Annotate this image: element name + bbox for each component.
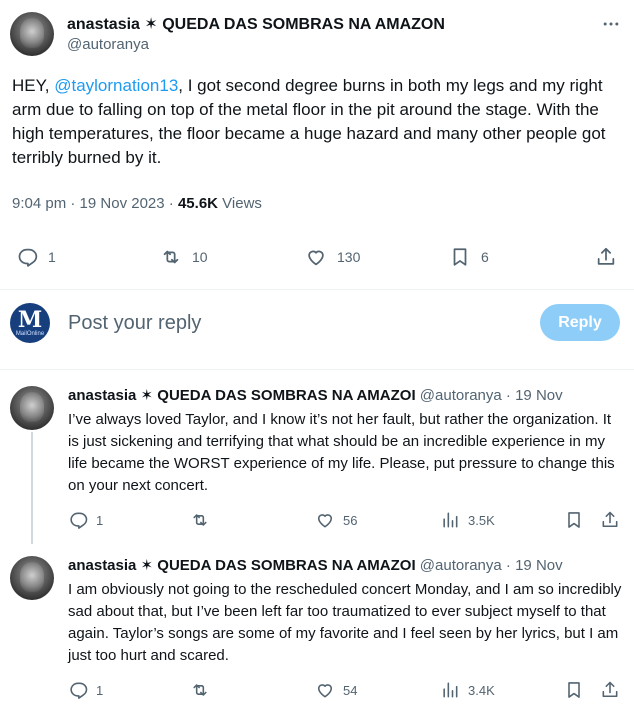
bookmark-icon xyxy=(568,682,580,698)
share-button[interactable] xyxy=(600,680,620,700)
like-count: 56 xyxy=(343,512,358,528)
bookmark-button[interactable]: 6 xyxy=(449,246,489,268)
reply-composer: M MailOnline Reply xyxy=(0,290,634,356)
author-name[interactable]: anastasia ✶ QUEDA DAS SOMBRAS NA AMAZOI xyxy=(68,557,416,574)
reply-icon xyxy=(70,682,88,699)
reply-input[interactable] xyxy=(68,308,368,338)
reply-button[interactable]: 1 xyxy=(68,680,103,700)
like-button[interactable]: 130 xyxy=(305,246,360,268)
share-icon xyxy=(602,681,618,698)
author-name[interactable]: anastasia ✶ QUEDA DAS SOMBRAS NA AMAZON xyxy=(67,14,445,34)
reply-count: 1 xyxy=(48,249,56,265)
share-button[interactable] xyxy=(600,510,620,530)
separator: · xyxy=(501,557,516,574)
views-count: 3.5K xyxy=(468,512,495,528)
reply-submit-button[interactable]: Reply xyxy=(540,304,620,341)
repost-button[interactable] xyxy=(190,680,218,700)
like-button[interactable]: 56 xyxy=(315,510,357,530)
bookmark-button[interactable] xyxy=(564,510,584,530)
user-avatar[interactable]: M MailOnline xyxy=(10,303,50,343)
repost-icon xyxy=(193,514,207,526)
heart-icon xyxy=(317,684,333,698)
heart-icon xyxy=(308,250,324,266)
author-avatar[interactable] xyxy=(10,386,54,430)
logo-letter: M xyxy=(17,306,43,333)
tweet-date[interactable]: 19 Nov 2023 xyxy=(80,195,165,212)
reply-icon xyxy=(18,248,38,267)
heart-icon xyxy=(317,514,333,528)
repost-icon xyxy=(193,684,207,696)
author-name[interactable]: anastasia ✶ QUEDA DAS SOMBRAS NA AMAZOI xyxy=(68,387,416,404)
separator: · xyxy=(501,387,516,404)
bookmark-button[interactable] xyxy=(564,680,584,700)
tweet-text-start: HEY, xyxy=(12,76,55,95)
bookmark-icon xyxy=(453,248,467,266)
author-handle[interactable]: @autoranya xyxy=(67,36,149,53)
reply-count: 1 xyxy=(96,682,104,698)
views-count: 3.4K xyxy=(468,682,495,698)
reply-actions: 1 56 3.5K xyxy=(0,510,634,532)
share-icon xyxy=(597,247,615,265)
reply-text: I am obviously not going to the reschedu… xyxy=(68,581,622,664)
reply-date[interactable]: 19 Nov xyxy=(515,557,563,574)
reply-button[interactable]: 1 xyxy=(68,510,103,530)
reply-actions: 1 54 3.4K xyxy=(0,680,634,702)
repost-button[interactable] xyxy=(190,510,218,530)
views-button[interactable]: 3.4K xyxy=(440,680,495,700)
like-button[interactable]: 54 xyxy=(315,680,357,700)
share-button[interactable] xyxy=(595,246,617,268)
mention-link[interactable]: @taylornation13 xyxy=(54,76,178,95)
repost-button[interactable]: 10 xyxy=(160,246,208,268)
reply-count: 1 xyxy=(96,512,104,528)
tweet-text: HEY, @taylornation13, I got second degre… xyxy=(12,74,624,170)
bookmark-icon xyxy=(568,512,580,528)
views-button[interactable]: 3.5K xyxy=(440,510,495,530)
tweet-actions: 1 10 130 6 xyxy=(0,246,634,270)
repost-count: 10 xyxy=(192,249,208,265)
reply-header: anastasia ✶ QUEDA DAS SOMBRAS NA AMAZOI … xyxy=(68,556,628,574)
bookmark-count: 6 xyxy=(481,249,489,265)
tweet-time[interactable]: 9:04 pm xyxy=(12,195,66,212)
divider xyxy=(0,369,634,370)
like-count: 54 xyxy=(343,682,358,698)
reply-icon xyxy=(70,512,88,529)
views-icon xyxy=(443,682,458,698)
reply-button[interactable]: 1 xyxy=(16,246,56,268)
views-count: 45.6K xyxy=(177,195,218,212)
author-handle[interactable]: @autoranya xyxy=(420,557,502,574)
author-avatar[interactable] xyxy=(10,12,54,56)
reply-text: I’ve always loved Taylor, and I know it’… xyxy=(68,411,615,494)
views-icon xyxy=(443,512,458,528)
more-icon[interactable] xyxy=(601,14,625,30)
views-label: Views xyxy=(222,195,262,212)
like-count: 130 xyxy=(337,249,361,265)
share-icon xyxy=(602,511,618,528)
tweet-meta: 9:04 pm · 19 Nov 2023 · 45.6K Views xyxy=(12,195,262,212)
author-avatar[interactable] xyxy=(10,556,54,600)
reply-date[interactable]: 19 Nov xyxy=(515,387,563,404)
author-handle[interactable]: @autoranya xyxy=(420,387,502,404)
reply-header: anastasia ✶ QUEDA DAS SOMBRAS NA AMAZOI … xyxy=(68,386,628,404)
repost-icon xyxy=(163,250,179,264)
logo-word: MailOnline xyxy=(15,330,45,337)
